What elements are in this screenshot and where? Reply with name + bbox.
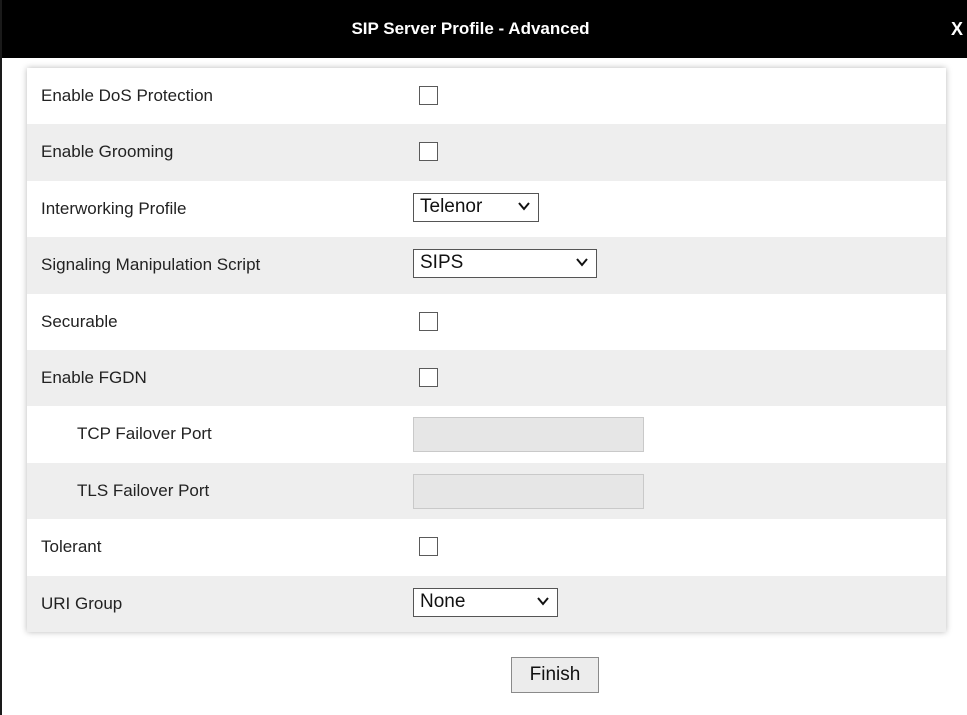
tolerant-label: Tolerant [41,537,102,557]
form-row-enable-grooming: Enable Grooming [27,124,946,181]
finish-button[interactable]: Finish [511,657,599,693]
uri-group-select[interactable]: None [413,587,558,617]
enable-fgdn-label: Enable FGDN [41,367,147,387]
form-row-securable: Securable [27,294,946,350]
enable-dos-protection-checkbox[interactable] [419,86,438,105]
dialog-titlebar: SIP Server Profile - Advanced X [2,0,967,58]
chevron-down-icon [537,596,549,606]
signaling-manipulation-script-select[interactable]: SIPS [413,249,597,279]
uri-group-value: None [420,590,466,612]
tls-failover-port-field[interactable] [413,473,644,509]
form-row-signaling-manipulation-script: Signaling Manipulation Script SIPS [27,237,946,294]
signaling-manipulation-script-value: SIPS [420,252,464,274]
enable-grooming-label: Enable Grooming [41,142,174,162]
form-row-enable-dos-protection: Enable DoS Protection [27,68,946,124]
form-row-tolerant: Tolerant [27,519,946,575]
enable-dos-protection-label: Enable DoS Protection [41,86,213,105]
interworking-profile-select[interactable]: Telenor [413,192,539,222]
interworking-profile-value: Telenor [420,195,483,217]
signaling-manipulation-script-label: Signaling Manipulation Script [41,255,261,275]
tolerant-checkbox[interactable] [419,537,438,557]
chevron-down-icon [518,202,530,211]
form-row-tls-failover-port: TLS Failover Port [27,462,946,520]
form-row-enable-fgdn: Enable FGDN [27,349,946,407]
sip-server-profile-advanced-dialog: SIP Server Profile - Advanced X Enable D… [0,0,967,715]
close-icon[interactable]: X [951,0,963,58]
chevron-down-icon [576,258,588,267]
form-row-interworking-profile: Interworking Profile Telenor [27,181,946,237]
form-row-uri-group: URI Group None [27,575,946,632]
securable-label: Securable [41,311,118,331]
form-row-tcp-failover-port: TCP Failover Port [27,406,946,462]
uri-group-label: URI Group [41,593,123,613]
interworking-profile-label: Interworking Profile [41,198,187,218]
enable-fgdn-checkbox[interactable] [419,367,438,387]
dialog-title: SIP Server Profile - Advanced [351,19,590,38]
form-panel: Enable DoS Protection Enable Grooming In… [27,68,946,632]
tcp-failover-port-label: TCP Failover Port [77,424,212,444]
tcp-failover-port-field[interactable] [413,417,644,453]
enable-grooming-checkbox[interactable] [419,142,438,162]
securable-checkbox[interactable] [419,311,438,331]
tls-failover-port-label: TLS Failover Port [77,480,210,500]
